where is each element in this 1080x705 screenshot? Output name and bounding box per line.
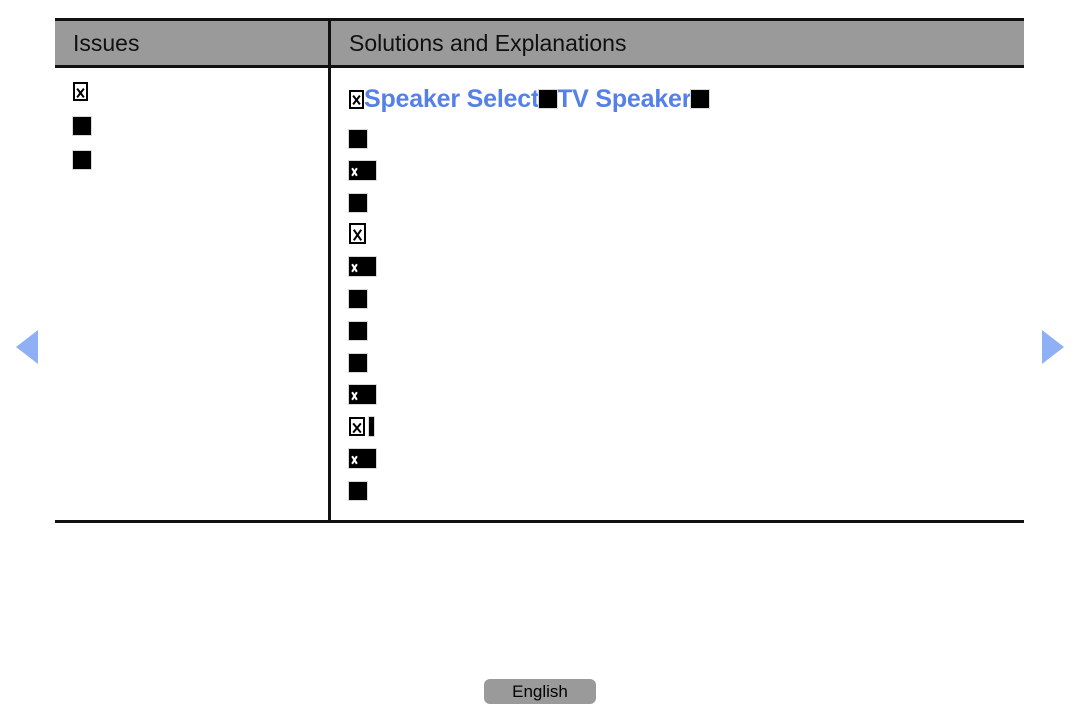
language-button[interactable]: English <box>484 679 596 704</box>
solution-line <box>349 404 1024 436</box>
solution-line <box>349 436 1024 468</box>
menu-path-line: Speaker Select TV Speaker <box>349 82 1024 116</box>
missing-glyph-icon <box>369 417 374 436</box>
missing-glyph-icon <box>349 89 364 109</box>
column-header-issues: Issues <box>55 21 331 65</box>
menu-path-tv-speaker: TV Speaker <box>557 84 692 113</box>
solution-line <box>349 116 1024 148</box>
missing-glyph-icon <box>349 417 365 436</box>
solution-line <box>349 244 1024 276</box>
next-page-arrow[interactable] <box>1042 330 1064 364</box>
missing-glyph-icon <box>73 82 88 101</box>
solution-line <box>349 212 1024 244</box>
solution-line <box>349 180 1024 212</box>
missing-glyph-icon <box>349 482 367 500</box>
solutions-cell: Speaker Select TV Speaker <box>331 68 1024 520</box>
issues-cell <box>55 68 331 520</box>
missing-glyph-icon <box>349 290 367 308</box>
missing-glyph-icon <box>73 117 91 135</box>
issue-list-item <box>73 82 328 106</box>
previous-page-arrow[interactable] <box>16 330 38 364</box>
missing-glyph-icon <box>349 161 376 180</box>
missing-glyph-icon <box>539 90 558 108</box>
solution-line <box>349 148 1024 180</box>
solution-line <box>349 276 1024 308</box>
missing-glyph-icon <box>73 151 91 169</box>
table-body: Speaker Select TV Speaker <box>55 68 1024 523</box>
solution-line <box>349 372 1024 404</box>
menu-path-speaker-select: Speaker Select <box>364 84 540 113</box>
troubleshooting-table: Issues Solutions and Explanations Speake… <box>55 18 1024 523</box>
table-header-row: Issues Solutions and Explanations <box>55 18 1024 68</box>
missing-glyph-icon <box>691 90 710 108</box>
column-header-solutions: Solutions and Explanations <box>349 29 627 56</box>
missing-glyph-icon <box>349 257 376 276</box>
missing-glyph-icon <box>349 385 376 404</box>
issue-list-item <box>73 151 328 174</box>
missing-glyph-icon <box>349 194 367 212</box>
missing-glyph-icon <box>349 322 367 340</box>
missing-glyph-icon <box>349 223 366 244</box>
missing-glyph-icon <box>349 130 367 148</box>
issue-list-item <box>73 117 328 140</box>
missing-glyph-icon <box>349 354 367 372</box>
solution-line <box>349 308 1024 340</box>
solution-line <box>349 468 1024 500</box>
missing-glyph-icon <box>349 449 376 468</box>
solution-line <box>349 340 1024 372</box>
